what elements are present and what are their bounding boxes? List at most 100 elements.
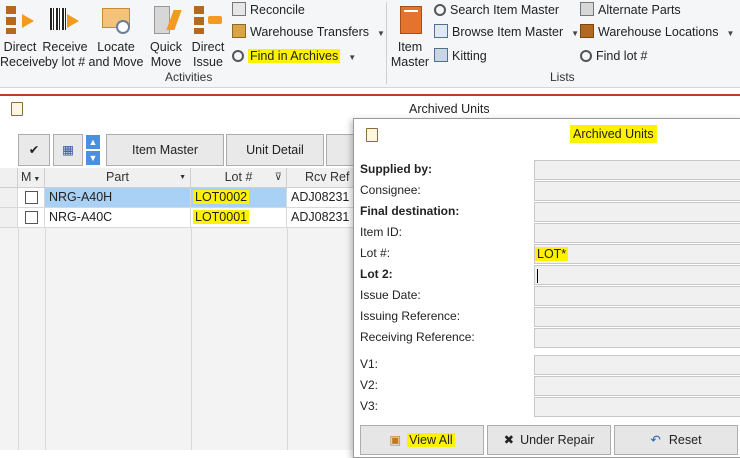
column-header-part[interactable]: Part ▼ <box>45 168 191 188</box>
item-master-ribbon-button[interactable]: Item Master <box>390 0 430 70</box>
warehouse-locations-button[interactable]: Warehouse Locations ▼ <box>580 22 734 42</box>
filter-dropdown-icon[interactable]: ▼ <box>179 168 186 187</box>
item-master-button[interactable]: Item Master <box>106 134 224 166</box>
lot-label: Lot #: <box>360 246 391 260</box>
move-down-icon[interactable]: ▼ <box>86 151 100 165</box>
reset-button[interactable]: ↶ Reset <box>614 425 738 455</box>
dropdown-arrow-icon[interactable]: ▼ <box>377 29 385 38</box>
warehouse-locations-label: Warehouse Locations <box>598 25 719 39</box>
ribbon: Direct Receive Receive by lot # Locate a… <box>0 0 740 88</box>
warehouse-transfers-label: Warehouse Transfers <box>250 25 370 39</box>
envelope-clock-icon <box>100 4 132 36</box>
final-destination-field[interactable] <box>534 202 740 222</box>
text-cursor <box>537 268 538 283</box>
check-button[interactable]: ✔ <box>18 134 50 166</box>
book-icon <box>394 4 426 36</box>
row-checkbox[interactable] <box>25 211 38 224</box>
ribbon-separator <box>386 2 387 84</box>
direct-issue-icon <box>192 4 224 36</box>
item-id-field[interactable] <box>534 223 740 243</box>
browse-item-master-button[interactable]: Browse Item Master ▼ <box>434 22 579 42</box>
warehouse-grid-icon <box>580 24 594 38</box>
receive-by-lot-label: Receive <box>42 40 88 54</box>
alternate-parts-icon <box>580 2 594 16</box>
under-repair-label: Under Repair <box>520 433 595 447</box>
lists-group-label: Lists <box>550 70 575 84</box>
quick-move-label: Quick <box>150 40 182 54</box>
under-repair-button[interactable]: ✖ Under Repair <box>487 425 611 455</box>
find-lot-button[interactable]: Find lot # <box>580 46 647 66</box>
lot-cell[interactable]: LOT0001 <box>191 208 287 228</box>
search-item-master-label: Search Item Master <box>450 3 560 17</box>
grid-icon: ▦ <box>62 143 74 157</box>
v2-field[interactable] <box>534 376 740 396</box>
receiving-reference-field[interactable] <box>534 328 740 348</box>
find-lot-label: Find lot # <box>596 49 648 63</box>
supplied-by-field[interactable] <box>534 160 740 180</box>
lot-cell[interactable]: LOT0002 <box>191 188 287 208</box>
search-item-master-button[interactable]: Search Item Master <box>434 0 559 20</box>
view-all-label: View All <box>407 433 455 447</box>
reconcile-button[interactable]: Reconcile <box>232 0 305 20</box>
search-icon <box>580 50 592 62</box>
warehouse-transfers-button[interactable]: Warehouse Transfers ▼ <box>232 22 385 42</box>
consignee-field[interactable] <box>534 181 740 201</box>
lot-field[interactable]: LOT* <box>534 244 740 264</box>
find-in-archives-button[interactable]: Find in Archives ▼ <box>232 46 356 66</box>
part-cell[interactable]: NRG-A40H <box>45 188 191 208</box>
rcv-ref-cell[interactable]: ADJ08231 <box>287 208 360 228</box>
issue-date-label: Issue Date: <box>360 288 421 302</box>
v3-field[interactable] <box>534 397 740 417</box>
lot-value: LOT0001 <box>193 210 250 224</box>
alternate-parts-button[interactable]: Alternate Parts <box>580 0 681 20</box>
v3-label: V3: <box>360 399 379 413</box>
clipboard-icon <box>11 102 23 116</box>
row-checkbox-cell[interactable] <box>18 208 45 228</box>
dropdown-arrow-icon[interactable]: ▼ <box>348 53 356 62</box>
window-title: Archived Units <box>409 102 490 116</box>
issuing-reference-field[interactable] <box>534 307 740 327</box>
dropdown-arrow-icon[interactable]: ▼ <box>726 29 734 38</box>
direct-issue-label: Direct <box>191 40 225 54</box>
supplied-by-label: Supplied by: <box>360 162 432 176</box>
grid-select-button[interactable]: ▦ <box>53 134 83 166</box>
v1-field[interactable] <box>534 355 740 375</box>
move-up-icon[interactable]: ▲ <box>86 135 100 149</box>
lot2-field[interactable] <box>534 265 740 285</box>
rcv-ref-cell[interactable]: ADJ08231 <box>287 188 360 208</box>
row-checkbox[interactable] <box>25 191 38 204</box>
table-row[interactable]: NRG-A40H LOT0002 ADJ08231 <box>0 188 360 208</box>
lot-value: LOT0002 <box>193 190 250 204</box>
row-selector[interactable] <box>0 188 18 208</box>
locate-and-move-button[interactable]: Locate and Move <box>88 0 144 70</box>
barcode-icon <box>49 4 81 36</box>
row-selector[interactable] <box>0 208 18 228</box>
unit-detail-button[interactable]: Unit Detail <box>226 134 324 166</box>
filter-dropdown-icon[interactable]: ▼ <box>33 176 40 183</box>
item-id-label: Item ID: <box>360 225 403 239</box>
filter-active-icon[interactable]: ⊽ <box>275 168 282 187</box>
row-checkbox-cell[interactable] <box>18 188 45 208</box>
column-header-rcv-ref[interactable]: Rcv Ref <box>287 168 360 188</box>
dropdown-arrow-icon[interactable]: ▼ <box>571 29 579 38</box>
archived-units-dialog: Archived Units Supplied by: Consignee: F… <box>353 118 740 458</box>
table-row[interactable]: NRG-A40C LOT0001 ADJ08231 <box>0 208 360 228</box>
search-icon <box>434 4 446 16</box>
receive-by-lot-label2: by lot # <box>44 55 86 69</box>
column-header-lot[interactable]: Lot # ⊽ <box>191 168 287 188</box>
toolbar-extra-button[interactable] <box>326 134 356 166</box>
part-cell[interactable]: NRG-A40C <box>45 208 191 228</box>
activities-group-label: Activities <box>165 70 213 84</box>
column-header-m[interactable]: M ▼ <box>18 168 45 188</box>
receive-by-lot-button[interactable]: Receive by lot # <box>42 0 88 70</box>
view-all-button[interactable]: ▣ View All <box>360 425 484 455</box>
direct-issue-button[interactable]: Direct Issue <box>188 0 228 70</box>
quick-move-button[interactable]: Quick Move <box>146 0 186 70</box>
window-title-bar: Archived Units <box>0 94 740 120</box>
issue-date-field[interactable] <box>534 286 740 306</box>
direct-receive-button[interactable]: Direct Receive <box>0 0 45 70</box>
column-part-label: Part <box>106 170 129 184</box>
consignee-label: Consignee: <box>360 183 421 197</box>
kitting-button[interactable]: Kitting <box>434 46 487 66</box>
receiving-reference-label: Receiving Reference: <box>360 330 475 344</box>
